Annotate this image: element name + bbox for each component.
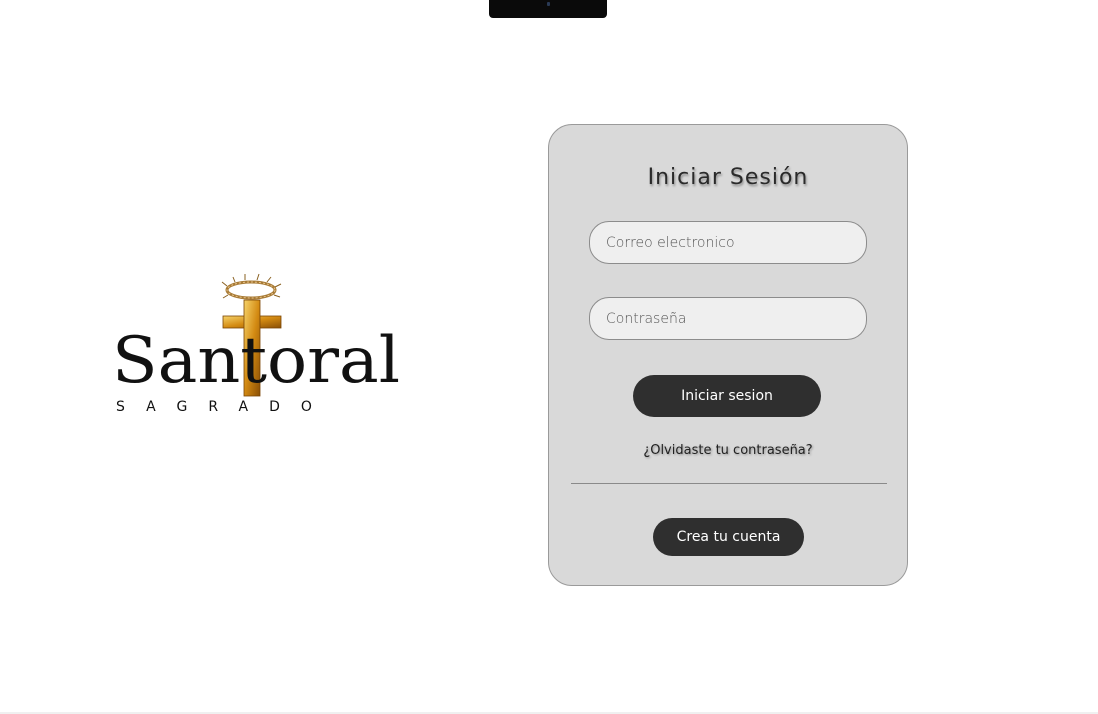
login-card: Iniciar Sesión Iniciar sesion ¿Olvidaste… [548, 124, 908, 586]
divider [571, 483, 887, 484]
crown-of-thorns-icon [221, 273, 282, 300]
santoral-logo: Santoral SAGRADO [110, 270, 405, 420]
create-account-button[interactable]: Crea tu cuenta [653, 518, 804, 556]
notch-indicator [547, 2, 550, 6]
login-button[interactable]: Iniciar sesion [633, 375, 821, 417]
page: Santoral SAGRADO Iniciar Sesión Iniciar … [0, 0, 1098, 714]
email-input[interactable] [589, 221, 867, 264]
login-title: Iniciar Sesión [647, 165, 809, 190]
password-input[interactable] [589, 297, 867, 340]
forgot-password-link[interactable]: ¿Olvidaste tu contraseña? [549, 443, 907, 458]
santoral-logo-graphic: Santoral SAGRADO [112, 273, 400, 415]
logo-wordmark: Santoral [112, 324, 400, 398]
logo-tagline: SAGRADO [116, 399, 333, 415]
top-notch [489, 0, 607, 18]
